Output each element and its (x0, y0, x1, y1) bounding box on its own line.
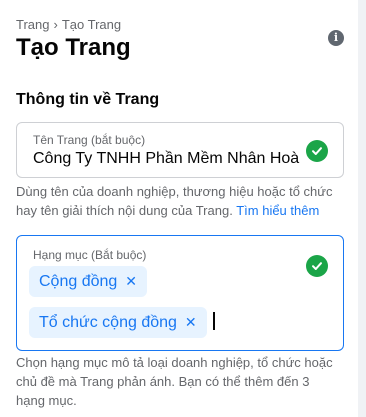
breadcrumb: Trang › Tạo Trang (16, 17, 121, 32)
page-name-label: Tên Trang (bắt buộc) (33, 133, 146, 147)
learn-more-link[interactable]: Tìm hiểu thêm (236, 203, 319, 218)
category-chip-label: Tổ chức cộng đồng (39, 313, 177, 331)
info-icon[interactable]: i (328, 30, 344, 46)
category-chip: Tổ chức cộng đồng ✕ (29, 307, 207, 338)
check-circle-icon (306, 140, 328, 162)
close-icon[interactable]: ✕ (125, 273, 137, 290)
breadcrumb-separator: › (53, 17, 58, 32)
category-label: Hạng mục (Bắt buộc) (33, 248, 147, 262)
category-input-caret[interactable] (213, 312, 215, 330)
breadcrumb-parent-link[interactable]: Trang (16, 17, 49, 32)
page-name-field[interactable]: Tên Trang (bắt buộc) Công Ty TNHH Phần M… (16, 122, 344, 178)
category-chip-label: Cộng đồng (39, 272, 118, 290)
breadcrumb-current: Tạo Trang (61, 17, 122, 32)
section-title: Thông tin về Trang (16, 91, 160, 108)
close-icon[interactable]: ✕ (185, 314, 197, 331)
scrollbar[interactable] (358, 0, 366, 417)
check-circle-icon (306, 255, 328, 277)
category-helper: Chọn hạng mục mô tả loại doanh nghiệp, t… (16, 355, 333, 408)
page-title: Tạo Trang (16, 34, 131, 61)
category-field[interactable]: Hạng mục (Bắt buộc) Cộng đồng ✕ Tổ chức … (16, 235, 344, 351)
page-name-input[interactable]: Công Ty TNHH Phần Mềm Nhân Hoà (33, 150, 308, 168)
category-chip: Cộng đồng ✕ (29, 266, 148, 297)
page-name-helper: Dùng tên của doanh nghiệp, thương hiệu h… (16, 182, 336, 220)
